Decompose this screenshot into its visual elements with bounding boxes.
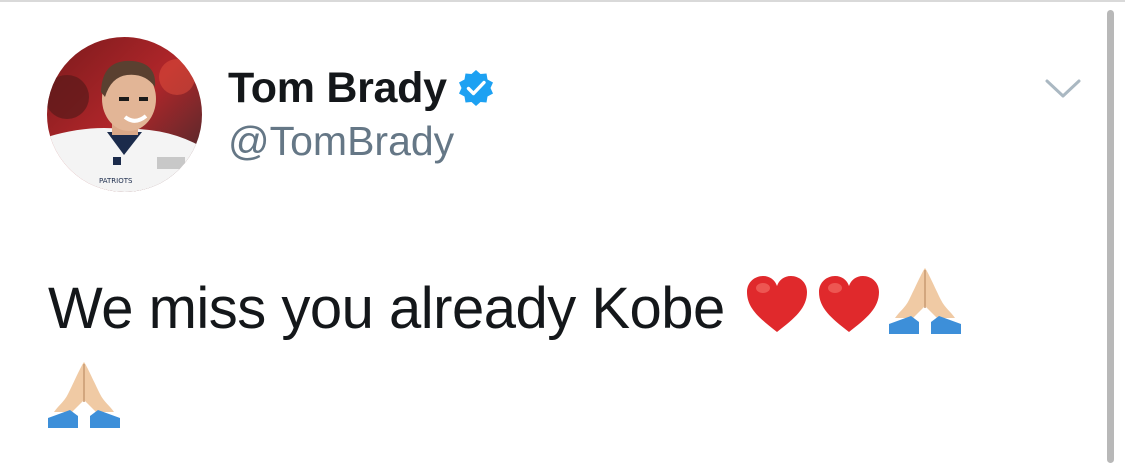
jersey-text: PATRIOTS (99, 177, 133, 185)
avatar[interactable]: PATRIOTS (47, 37, 202, 192)
avatar-image: PATRIOTS (47, 37, 202, 192)
red-heart-icon (817, 274, 881, 334)
top-divider (0, 0, 1125, 2)
tweet-text: We miss you already Kobe (48, 262, 1048, 450)
display-name[interactable]: Tom Brady (228, 64, 447, 113)
folded-hands-icon (888, 266, 961, 334)
chevron-down-icon[interactable] (1044, 76, 1082, 102)
verified-badge-icon (456, 68, 496, 108)
name-row: Tom Brady (228, 62, 496, 114)
tweet-body: We miss you already Kobe (48, 276, 725, 341)
red-heart-icon (745, 274, 809, 334)
user-handle[interactable]: @TomBrady (228, 118, 454, 165)
scrollbar[interactable] (1107, 10, 1114, 463)
folded-hands-icon (48, 360, 120, 428)
